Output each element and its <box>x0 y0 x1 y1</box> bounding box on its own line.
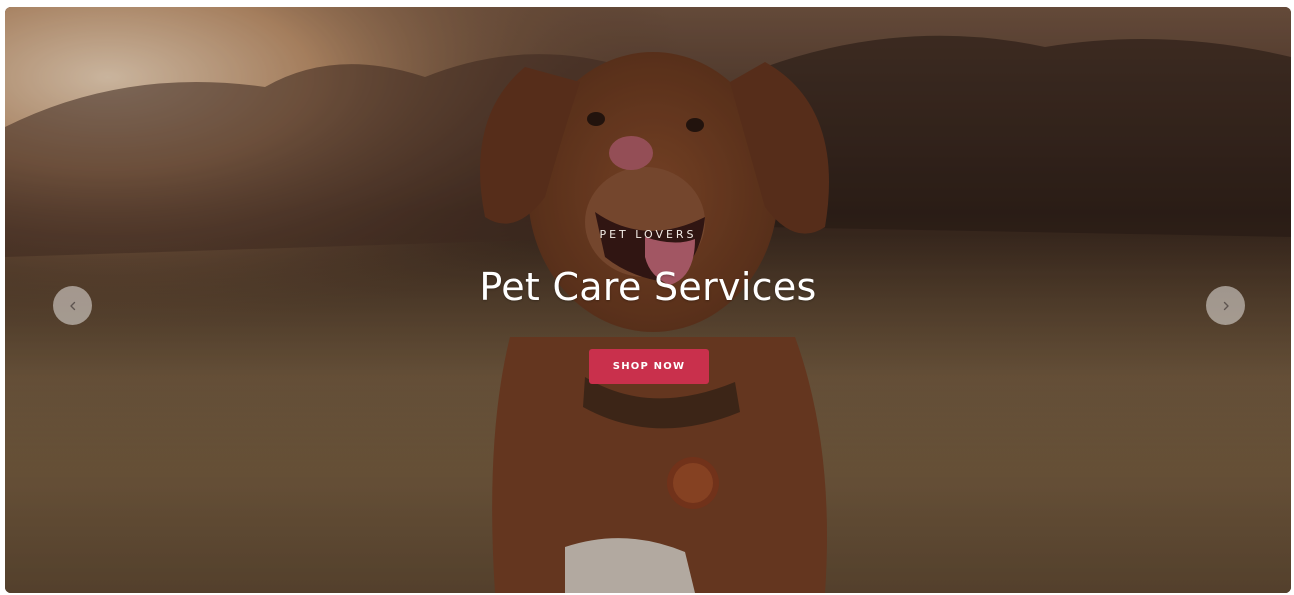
slide-title: Pet Care Services <box>479 265 817 309</box>
chevron-left-icon <box>69 301 75 310</box>
slide-eyebrow: PET LOVERS <box>599 228 697 241</box>
slide-content: PET LOVERS Pet Care Services SHOP NOW <box>5 7 1291 593</box>
shop-now-button[interactable]: SHOP NOW <box>589 349 709 384</box>
hero-slider: PET LOVERS Pet Care Services SHOP NOW <box>5 7 1291 593</box>
next-slide-button[interactable] <box>1206 286 1245 325</box>
previous-slide-button[interactable] <box>53 286 92 325</box>
chevron-right-icon <box>1223 301 1229 310</box>
